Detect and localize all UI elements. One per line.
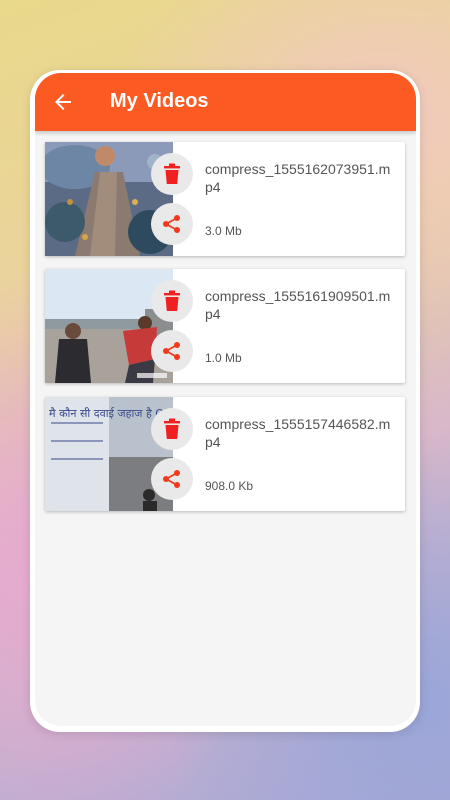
video-filename: compress_1555162073951.mp4 <box>205 161 391 195</box>
share-icon <box>163 215 180 233</box>
trash-icon <box>164 163 180 184</box>
share-icon <box>163 342 180 360</box>
video-size: 3.0 Mb <box>205 224 242 238</box>
video-thumbnail[interactable]: मै कौन सी दवाई जहाज है OMG <box>45 397 173 511</box>
video-thumbnail[interactable] <box>45 142 173 256</box>
video-size: 1.0 Mb <box>205 351 242 365</box>
video-size: 908.0 Kb <box>205 479 254 493</box>
app-bar: My Videos <box>35 73 416 131</box>
share-icon <box>163 470 180 488</box>
video-thumbnail[interactable] <box>45 269 173 383</box>
video-filename: compress_1555161909501.mp4 <box>205 288 391 322</box>
share-button[interactable] <box>151 203 193 245</box>
share-button[interactable] <box>151 458 193 500</box>
video-card[interactable]: compress_1555161909501.mp4 1.0 Mb <box>45 269 405 383</box>
video-filename: compress_1555157446582.mp4 <box>205 416 391 450</box>
delete-button[interactable] <box>151 280 193 322</box>
back-button[interactable] <box>51 90 75 114</box>
trash-icon <box>164 290 180 311</box>
video-card[interactable]: compress_1555162073951.mp4 3.0 Mb <box>45 142 405 256</box>
delete-button[interactable] <box>151 153 193 195</box>
share-button[interactable] <box>151 330 193 372</box>
delete-button[interactable] <box>151 408 193 450</box>
video-card[interactable]: मै कौन सी दवाई जहाज है OMG compress_1555… <box>45 397 405 511</box>
arrow-back-icon <box>55 94 71 110</box>
page-title: My Videos <box>110 90 209 112</box>
trash-icon <box>164 418 180 439</box>
app-screen: My Videos compress_1555162073951.mp4 3.0… <box>35 73 416 726</box>
